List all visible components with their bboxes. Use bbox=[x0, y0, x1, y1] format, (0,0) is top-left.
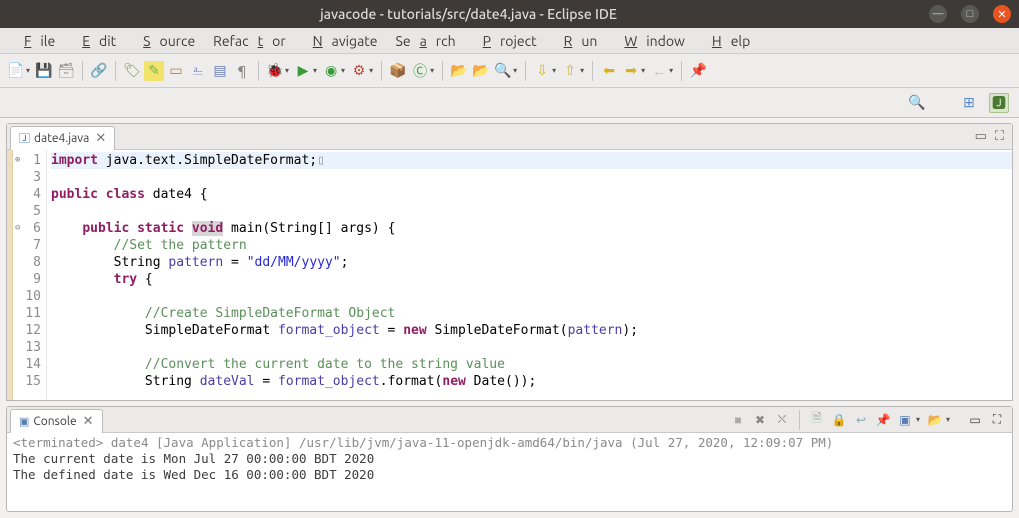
editor-minimize-icon[interactable]: ▭ bbox=[975, 129, 987, 144]
window-titlebar: javacode - tutorials/src/date4.java - Ec… bbox=[0, 0, 1019, 28]
editor-maximize-icon[interactable]: ⛶ bbox=[995, 129, 1004, 144]
line-number-gutter: ⊕1 3 4 5 ⊖6 7 8 9 10 11 12 13 14 15 bbox=[13, 150, 47, 400]
source-code[interactable]: import java.text.SimpleDateFormat;▯ publ… bbox=[47, 150, 1012, 400]
menu-source[interactable]: Source bbox=[125, 30, 204, 52]
clear-console-button[interactable]: 🗎 bbox=[808, 411, 826, 429]
console-line: The defined date is Wed Dec 16 00:00:00 … bbox=[13, 467, 1006, 483]
new-package-button[interactable]: 📦 bbox=[388, 61, 408, 81]
paragraph-button[interactable]: ¶ bbox=[232, 61, 252, 81]
toggle-whitespace-button[interactable]: ⎁ bbox=[188, 61, 208, 81]
remove-all-button[interactable]: ⛌ bbox=[773, 411, 791, 429]
word-wrap-button[interactable]: ↩ bbox=[852, 411, 870, 429]
pin-console-button[interactable]: 📌 bbox=[874, 411, 892, 429]
toggle-breadcrumb-button[interactable]: 🏷 bbox=[122, 61, 142, 81]
main-toolbar: 📄▾ 💾 🗃 🔗 🏷 ✎ ▭ ⎁ ▤ ¶ 🐞▾ ▶▾ ◉▾ ⚙▾ 📦 Ⓒ▾ 📂 … bbox=[0, 54, 1019, 88]
window-minimize-button[interactable]: — bbox=[929, 5, 947, 23]
run-dropdown-icon[interactable]: ▾ bbox=[313, 66, 317, 75]
console-line: The current date is Mon Jul 27 00:00:00 … bbox=[13, 451, 1006, 467]
menu-edit[interactable]: Edit bbox=[64, 30, 125, 52]
open-console-button[interactable]: 📂 bbox=[926, 411, 944, 429]
debug-button[interactable]: 🐞 bbox=[265, 61, 285, 81]
window-title: javacode - tutorials/src/date4.java - Ec… bbox=[8, 6, 929, 22]
console-tabbar: ▣ Console ✕ ■ ✖ ⛌ 🗎 🔒 ↩ 📌 ▣▾ 📂▾ ▭ ⛶ bbox=[7, 407, 1012, 433]
console-tab-label: Console bbox=[33, 415, 76, 428]
coverage-dropdown-icon[interactable]: ▾ bbox=[341, 66, 345, 75]
editor-pane: 🄹 date4.java ✕ ▭ ⛶ ⊕1 3 4 5 ⊖6 7 8 9 10 … bbox=[6, 123, 1013, 401]
save-button[interactable]: 💾 bbox=[34, 61, 54, 81]
console-tab[interactable]: ▣ Console ✕ bbox=[10, 409, 103, 433]
menubar: File Edit Source Refactor Navigate Searc… bbox=[0, 28, 1019, 54]
console-output[interactable]: <terminated> date4 [Java Application] /u… bbox=[7, 433, 1012, 511]
quick-access-search-icon[interactable]: 🔍 bbox=[907, 93, 927, 113]
perspective-toolbar: 🔍 ⊞ 🅹 bbox=[0, 88, 1019, 118]
open-console-dropdown-icon[interactable]: ▾ bbox=[946, 415, 950, 424]
console-launch-header: <terminated> date4 [Java Application] /u… bbox=[13, 435, 1006, 451]
search-button[interactable]: 🔍 bbox=[493, 61, 513, 81]
open-task-button[interactable]: 📂 bbox=[471, 61, 491, 81]
back-hist-dropdown-icon[interactable]: ▾ bbox=[669, 66, 673, 75]
search-dropdown-icon[interactable]: ▾ bbox=[513, 66, 517, 75]
console-toolbar: ■ ✖ ⛌ 🗎 🔒 ↩ 📌 ▣▾ 📂▾ ▭ ⛶ bbox=[729, 410, 1012, 430]
next-ann-dropdown-icon[interactable]: ▾ bbox=[580, 66, 584, 75]
console-maximize-icon[interactable]: ⛶ bbox=[988, 411, 1006, 429]
code-area[interactable]: ⊕1 3 4 5 ⊖6 7 8 9 10 11 12 13 14 15 impo… bbox=[7, 150, 1012, 400]
editor-tabbar: 🄹 date4.java ✕ ▭ ⛶ bbox=[7, 124, 1012, 150]
terminate-button[interactable]: ■ bbox=[729, 411, 747, 429]
display-dropdown-icon[interactable]: ▾ bbox=[916, 415, 920, 424]
fold-expand-icon[interactable]: ⊕ bbox=[15, 152, 20, 169]
menu-navigate[interactable]: Navigate bbox=[295, 30, 387, 52]
menu-window[interactable]: Window bbox=[606, 30, 694, 52]
java-file-icon: 🄹 bbox=[19, 130, 30, 146]
link-editor-button[interactable]: 🔗 bbox=[89, 61, 109, 81]
open-type-button[interactable]: 📂 bbox=[449, 61, 469, 81]
debug-dropdown-icon[interactable]: ▾ bbox=[285, 66, 289, 75]
new-button[interactable]: 📄 bbox=[6, 61, 26, 81]
coverage-button[interactable]: ◉ bbox=[321, 61, 341, 81]
menu-run[interactable]: Run bbox=[546, 30, 607, 52]
display-console-button[interactable]: ▣ bbox=[896, 411, 914, 429]
scroll-lock-button[interactable]: 🔒 bbox=[830, 411, 848, 429]
editor-tab-label: date4.java bbox=[34, 132, 89, 145]
editor-tab-date4[interactable]: 🄹 date4.java ✕ bbox=[10, 126, 115, 150]
menu-refactor[interactable]: Refactor bbox=[204, 30, 294, 52]
fold-collapse-icon[interactable]: ⊖ bbox=[15, 220, 20, 237]
open-perspective-button[interactable]: ⊞ bbox=[959, 93, 979, 113]
editor-tab-controls: ▭ ⛶ bbox=[975, 129, 1012, 144]
run-button[interactable]: ▶ bbox=[293, 61, 313, 81]
new-dropdown-icon[interactable]: ▾ bbox=[26, 66, 30, 75]
new-class-button[interactable]: Ⓒ bbox=[410, 61, 430, 81]
editor-tab-close-icon[interactable]: ✕ bbox=[95, 131, 106, 146]
window-maximize-button[interactable]: □ bbox=[961, 5, 979, 23]
new-class-dropdown-icon[interactable]: ▾ bbox=[430, 66, 434, 75]
pin-editor-button[interactable]: 📌 bbox=[688, 61, 708, 81]
menu-search[interactable]: Search bbox=[387, 30, 465, 52]
toggle-block-button[interactable]: ▭ bbox=[166, 61, 186, 81]
next-annotation-button[interactable]: ⇧ bbox=[560, 61, 580, 81]
window-controls: — □ ✕ bbox=[929, 5, 1011, 23]
back-button[interactable]: ⬅ bbox=[599, 61, 619, 81]
remove-launch-button[interactable]: ✖ bbox=[751, 411, 769, 429]
show-line-button[interactable]: ▤ bbox=[210, 61, 230, 81]
menu-file[interactable]: File bbox=[6, 30, 64, 52]
console-pane: ▣ Console ✕ ■ ✖ ⛌ 🗎 🔒 ↩ 📌 ▣▾ 📂▾ ▭ ⛶ <ter… bbox=[6, 406, 1013, 512]
menu-project[interactable]: Project bbox=[465, 30, 546, 52]
prev-ann-dropdown-icon[interactable]: ▾ bbox=[552, 66, 556, 75]
menu-help[interactable]: Help bbox=[694, 30, 759, 52]
java-perspective-button[interactable]: 🅹 bbox=[989, 93, 1009, 113]
toggle-mark-button[interactable]: ✎ bbox=[144, 61, 164, 81]
console-icon: ▣ bbox=[19, 415, 29, 428]
forward-dropdown-icon[interactable]: ▾ bbox=[641, 66, 645, 75]
console-tab-close-icon[interactable]: ✕ bbox=[83, 414, 94, 429]
back-history-button[interactable]: ← bbox=[649, 61, 669, 81]
save-all-button[interactable]: 🗃 bbox=[56, 61, 76, 81]
console-minimize-icon[interactable]: ▭ bbox=[966, 411, 984, 429]
prev-annotation-button[interactable]: ⇩ bbox=[532, 61, 552, 81]
run-last-dropdown-icon[interactable]: ▾ bbox=[369, 66, 373, 75]
window-close-button[interactable]: ✕ bbox=[993, 5, 1011, 23]
run-last-button[interactable]: ⚙ bbox=[349, 61, 369, 81]
forward-button[interactable]: ➡ bbox=[621, 61, 641, 81]
